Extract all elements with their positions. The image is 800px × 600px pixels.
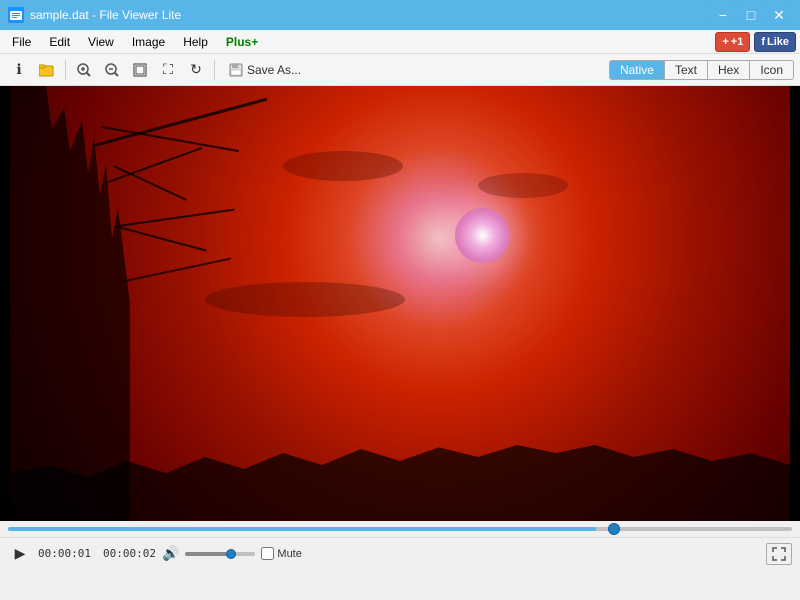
tab-native[interactable]: Native	[610, 61, 665, 79]
separator-1	[65, 60, 66, 80]
cloud-3	[205, 282, 405, 317]
branch-6	[119, 227, 206, 252]
cloud-1	[283, 151, 403, 181]
menu-view[interactable]: View	[80, 33, 122, 51]
zoom-fit-button[interactable]	[127, 58, 153, 82]
tab-hex[interactable]: Hex	[708, 61, 750, 79]
view-tabs: Native Text Hex Icon	[609, 60, 794, 80]
menu-help[interactable]: Help	[175, 33, 216, 51]
video-frame	[10, 86, 790, 521]
border-left	[0, 86, 10, 521]
progress-fill	[8, 527, 596, 531]
zoom-in-button[interactable]	[71, 58, 97, 82]
tab-icon[interactable]: Icon	[750, 61, 793, 79]
separator-2	[214, 60, 215, 80]
progress-area	[0, 521, 800, 537]
title-controls: − □ ✕	[710, 5, 792, 25]
facebook-like-button[interactable]: f Like	[754, 32, 796, 52]
tab-text[interactable]: Text	[665, 61, 708, 79]
menu-plus[interactable]: Plus+	[218, 33, 266, 51]
toolbar: ℹ ⛶ ↻ Save	[0, 54, 800, 86]
branch-4	[113, 165, 186, 201]
branch-5	[115, 208, 234, 227]
border-right	[790, 86, 800, 521]
maximize-button[interactable]: □	[738, 5, 764, 25]
progress-track[interactable]	[8, 527, 792, 531]
window-title: sample.dat - File Viewer Lite	[30, 8, 181, 22]
progress-thumb[interactable]	[608, 523, 620, 535]
save-as-button[interactable]: Save As...	[220, 60, 310, 80]
tree-silhouette	[10, 86, 130, 521]
play-button[interactable]: ▶	[8, 542, 32, 566]
current-time: 00:00:01	[38, 547, 91, 560]
zoom-full-button[interactable]: ⛶	[155, 58, 181, 82]
branch-3	[108, 147, 203, 183]
close-button[interactable]: ✕	[766, 5, 792, 25]
title-left: sample.dat - File Viewer Lite	[8, 7, 181, 23]
menu-file[interactable]: File	[4, 33, 39, 51]
fullscreen-icon	[772, 547, 786, 561]
social-buttons: + +1 f Like	[715, 32, 796, 52]
open-button[interactable]	[34, 58, 60, 82]
mute-label[interactable]: Mute	[261, 547, 301, 560]
info-button[interactable]: ℹ	[6, 58, 32, 82]
menu-image[interactable]: Image	[124, 33, 173, 51]
menu-bar: File Edit View Image Help Plus+ + +1 f L…	[0, 30, 800, 54]
volume-thumb[interactable]	[226, 549, 236, 559]
video-area	[0, 86, 800, 521]
app-icon	[8, 7, 24, 23]
cloud-2	[478, 173, 568, 198]
title-bar: sample.dat - File Viewer Lite − □ ✕	[0, 0, 800, 30]
volume-slider[interactable]	[185, 552, 255, 556]
save-as-label: Save As...	[247, 63, 301, 77]
google-plus-button[interactable]: + +1	[715, 32, 750, 52]
controls-bar: ▶ 00:00:01 00:00:02 🔊 Mute	[0, 537, 800, 569]
zoom-out-button[interactable]	[99, 58, 125, 82]
save-icon	[229, 63, 243, 77]
mute-checkbox[interactable]	[261, 547, 274, 560]
total-time: 00:00:02	[103, 547, 156, 560]
menu-edit[interactable]: Edit	[41, 33, 78, 51]
refresh-button[interactable]: ↻	[183, 58, 209, 82]
volume-fill	[185, 552, 227, 556]
minimize-button[interactable]: −	[710, 5, 736, 25]
volume-icon: 🔊	[162, 545, 179, 562]
branch-7	[123, 257, 231, 282]
fullscreen-button[interactable]	[766, 543, 792, 565]
sun-element	[455, 208, 510, 263]
